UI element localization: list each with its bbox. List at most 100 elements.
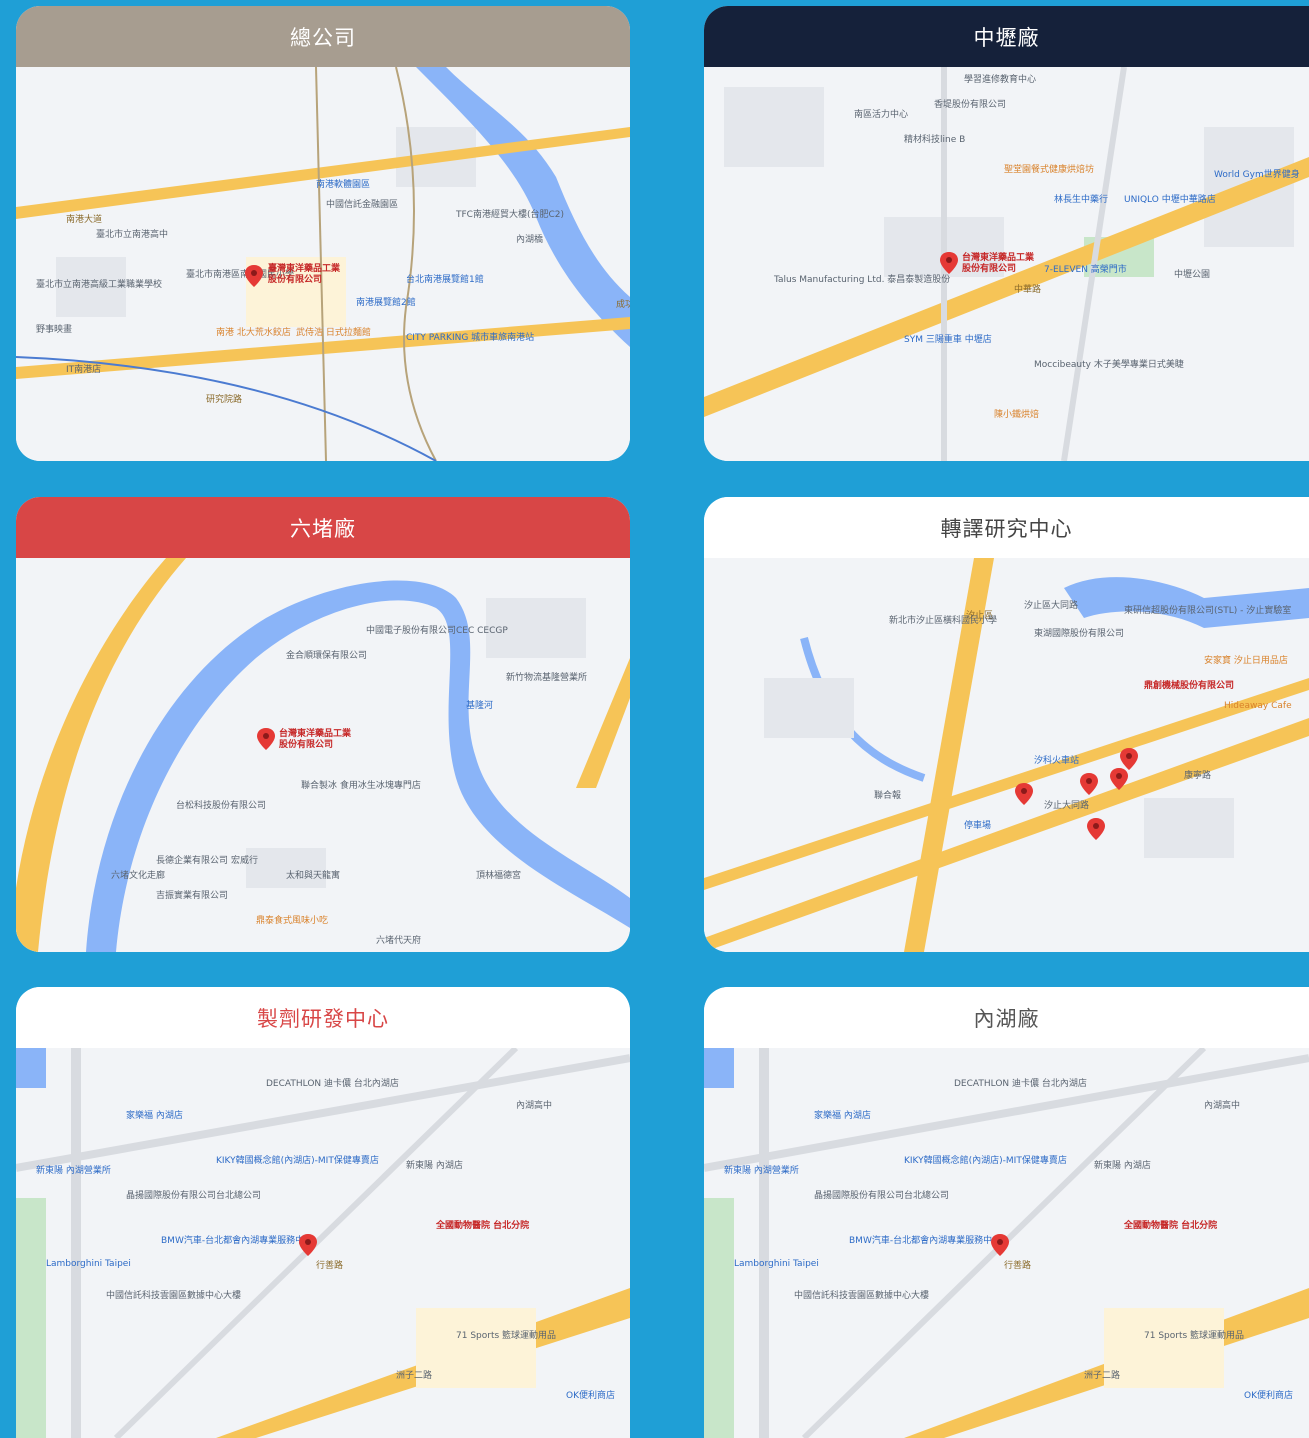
map-label: DECATHLON 迪卡儂 台北內湖店	[954, 1077, 1087, 1089]
pin-label: 股份有限公司	[268, 273, 322, 285]
map-label: OK便利商店	[1244, 1389, 1293, 1401]
map-label: 汐止大同路	[1044, 799, 1089, 811]
map-label: 頂林福德宮	[476, 869, 521, 881]
card-title-text: 中壢廠	[973, 25, 1040, 50]
map-label: 新東陽 內湖店	[406, 1159, 463, 1171]
pin-label: 臺灣東洋藥品工業	[268, 262, 341, 274]
card-title-liudu: 六堵廠	[16, 497, 630, 558]
map-label: 南港展覽館2館	[356, 296, 416, 308]
map-label: 中國信託科技雲園區數據中心大樓	[106, 1289, 241, 1301]
location-card-liudu[interactable]: 六堵廠 中國電子股份有限公司CEC CECGP 金合順環保有限公司 新竹物流基隆…	[16, 497, 630, 952]
map-label: 長德企業有限公司	[156, 854, 228, 866]
card-title-text: 轉譯研究中心	[940, 516, 1073, 541]
map-label: 中華路	[1014, 283, 1041, 295]
map-label: 南港大道	[66, 213, 102, 225]
map-translational[interactable]: 汐止區 新北市汐止區橫科國民小學 汐止區大同路 東研信超股份有限公司(STL) …	[704, 558, 1309, 952]
card-title-translational: 轉譯研究中心	[704, 497, 1309, 558]
map-label: 71 Sports 籃球運動用品	[456, 1329, 556, 1341]
map-label: 行善路	[316, 1259, 343, 1271]
map-liudu[interactable]: 中國電子股份有限公司CEC CECGP 金合順環保有限公司 新竹物流基隆營業所 …	[16, 558, 630, 952]
map-label: 研究院路	[206, 393, 242, 405]
map-label: 東研信超股份有限公司(STL) - 汐止實驗室	[1124, 604, 1291, 616]
map-zhongli[interactable]: 學習進修教育中心 南區活力中心 香堤股份有限公司 精材科技line B 聖堂園餐…	[704, 67, 1309, 461]
pin-label: 股份有限公司	[279, 738, 333, 750]
map-label: 基隆河	[466, 699, 493, 711]
map-neihu[interactable]: DECATHLON 迪卡儂 台北內湖店 家樂福 內湖店 KIKY韓國概念館(內湖…	[704, 1048, 1309, 1438]
map-label: BMW汽車-台北都會內湖專業服務中心	[161, 1234, 313, 1246]
map-label: Lamborghini Taipei	[734, 1259, 819, 1269]
map-label: 南區活力中心	[854, 108, 908, 120]
map-label: 台松科技股份有限公司	[176, 799, 266, 811]
location-card-formulation[interactable]: 製劑研發中心 DECATHLON 迪卡儂 台北內湖店 家樂福 內湖店 KIKY韓…	[16, 987, 630, 1438]
map-label: Lamborghini Taipei	[46, 1259, 131, 1269]
map-label: Hideaway Cafe	[1224, 701, 1292, 711]
map-label: 鼎泰食式風味小吃	[256, 914, 328, 926]
map-label: 臺北市立南港高級工業職業學校	[36, 278, 162, 290]
pin-label: 台灣東洋藥品工業	[279, 727, 352, 739]
map-label: 內湖高中	[516, 1099, 552, 1111]
map-label: 新東陽 內湖營業所	[724, 1164, 799, 1176]
map-label: DECATHLON 迪卡儂 台北內湖店	[266, 1077, 399, 1089]
pin-label: 股份有限公司	[962, 262, 1016, 274]
map-label: 吉振實業有限公司	[156, 889, 228, 901]
map-label: 行善路	[1004, 1259, 1031, 1271]
map-label: OK便利商店	[566, 1389, 615, 1401]
map-label: 學習進修教育中心	[964, 73, 1036, 85]
map-label: 武侍浩 日式拉麵館	[296, 326, 371, 338]
map-label: 宏威行	[231, 854, 258, 866]
map-label: 台北南港展覽館1館	[406, 273, 484, 285]
map-label: 臺北市立南港高中	[96, 228, 168, 240]
map-label: 洲子二路	[1084, 1369, 1120, 1381]
map-label: IT南港店	[66, 363, 101, 375]
map-label: 東湖國際股份有限公司	[1034, 627, 1124, 639]
card-title-neihu: 內湖廠	[704, 987, 1309, 1048]
map-label: 汐止區大同路	[1024, 599, 1078, 611]
map-label: Moccibeauty 木子美學專業日式美睫	[1034, 358, 1184, 370]
card-title-text: 製劑研發中心	[257, 1006, 389, 1031]
map-label: 六堵代天府	[376, 934, 421, 946]
map-label: BMW汽車-台北都會內湖專業服務中心	[849, 1234, 1001, 1246]
map-label: 內湖高中	[1204, 1099, 1240, 1111]
map-label: 南港軟體園區	[316, 178, 370, 190]
pin-label: 台灣東洋藥品工業	[962, 251, 1035, 263]
map-label: 家樂福 內湖店	[126, 1109, 183, 1121]
map-label: World Gym世界健身	[1214, 168, 1300, 180]
map-label: 全國動物醫院 台北分院	[1123, 1219, 1217, 1231]
map-label: SYM 三陽重車 中壢店	[904, 333, 992, 345]
map-label: 洲子二路	[396, 1369, 432, 1381]
map-hq[interactable]: 臺北市立南港高中 臺北市立南港高級工業職業學校 臺北市南港區南港國民小學 南港軟…	[16, 67, 630, 461]
map-label: 中國信託金融園區	[326, 198, 398, 210]
map-label: TFC南港經貿大樓(台肥C2)	[455, 208, 564, 220]
map-label: 新東陽 內湖營業所	[36, 1164, 111, 1176]
card-title-text: 內湖廠	[973, 1006, 1040, 1031]
map-label: 精材科技line B	[904, 133, 965, 145]
map-label: 太和與天龍寓	[286, 869, 340, 881]
map-label: 聯合報	[874, 789, 901, 801]
map-label: 六堵文化走廊	[111, 869, 165, 881]
map-label: 林長生中藥行	[1054, 193, 1108, 205]
location-card-neihu[interactable]: 內湖廠 DECATHLON 迪卡儂 台北內湖店 家樂福 內湖店 KIKY韓國概念…	[704, 987, 1309, 1438]
map-label: 全國動物醫院 台北分院	[435, 1219, 529, 1231]
map-label: 香堤股份有限公司	[934, 98, 1006, 110]
map-label: Talus Manufacturing Ltd. 泰昌泰製造股份	[773, 273, 950, 285]
location-card-translational[interactable]: 轉譯研究中心 汐止區 新北市汐止區橫科國民小學 汐止區大同路 東研信超股份有限公…	[704, 497, 1309, 952]
map-label: 成功橋	[616, 298, 630, 310]
map-label: 家樂福 內湖店	[814, 1109, 871, 1121]
map-label: 陳小鐵烘焙	[994, 408, 1039, 420]
card-title-hq: 總公司	[16, 6, 630, 67]
map-label: KIKY韓國概念館(內湖店)-MIT保健專賣店	[216, 1154, 379, 1166]
map-label: 康寧路	[1184, 769, 1211, 781]
map-formulation[interactable]: DECATHLON 迪卡儂 台北內湖店 家樂福 內湖店 KIKY韓國概念館(內湖…	[16, 1048, 630, 1438]
location-card-zhongli[interactable]: 中壢廠 學習進修教育中心 南區活力中心 香堤股份有限公司 精材科技line B …	[704, 6, 1309, 461]
map-label: 71 Sports 籃球運動用品	[1144, 1329, 1244, 1341]
map-label: 野事映畫	[36, 323, 72, 335]
location-card-hq[interactable]: 總公司 臺北市立南港高中 臺北市立南港高級工業職業學校 臺北市南港區南港國民小學…	[16, 6, 630, 461]
map-label: 中國信託科技雲園區數據中心大樓	[794, 1289, 929, 1301]
map-label: 晶揚國際股份有限公司台北總公司	[126, 1189, 261, 1201]
card-title-formulation: 製劑研發中心	[16, 987, 630, 1048]
map-label: UNIQLO 中壢中華路店	[1124, 193, 1216, 205]
map-label: 鼎創機械股份有限公司	[1144, 679, 1234, 691]
map-label: 中國電子股份有限公司CEC CECGP	[366, 624, 508, 636]
map-label: 南港 北大荒水餃店	[216, 326, 291, 338]
map-label: 晶揚國際股份有限公司台北總公司	[814, 1189, 949, 1201]
